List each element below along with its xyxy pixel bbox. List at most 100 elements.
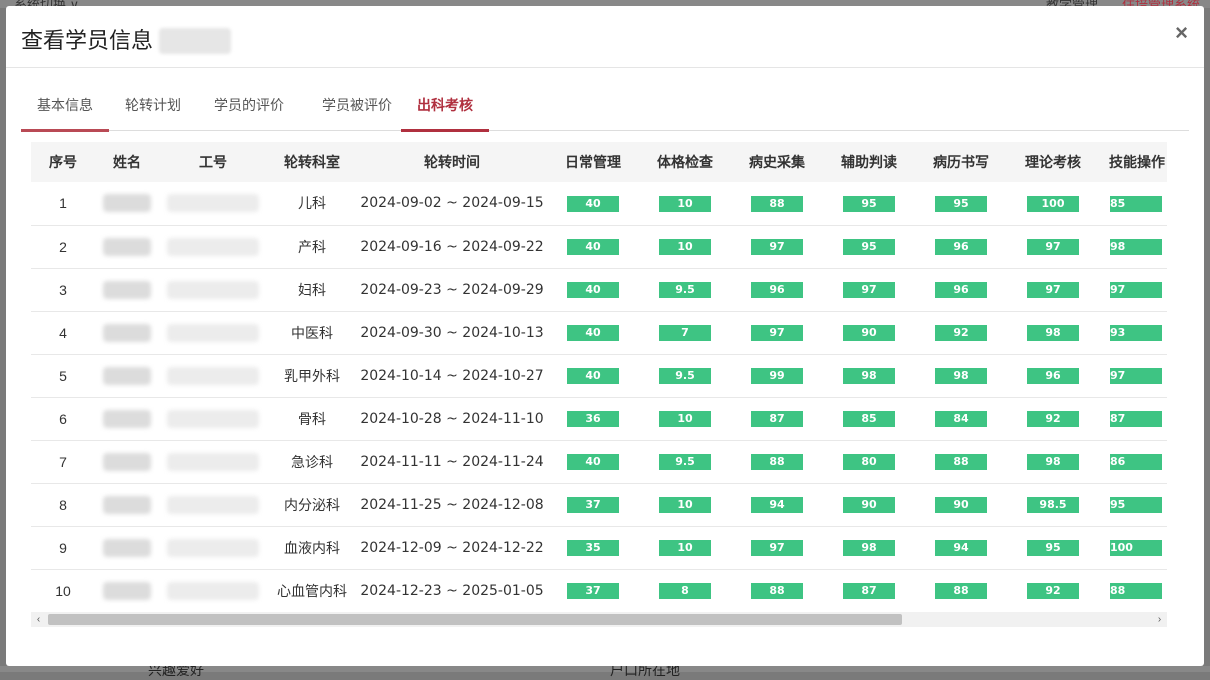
- table-row: 6 骨科 2024-10-28 ~ 2024-11-10 36 10 87 85 84 92 87: [31, 397, 1167, 440]
- tab-label: 学员的评价: [214, 97, 284, 113]
- scroll-left-icon[interactable]: ‹: [31, 612, 46, 627]
- cell-history-taking: 87: [731, 397, 823, 440]
- table-body: 1 儿科 2024-09-02 ~ 2024-09-15 40 10 88 95 95 100 8…: [31, 182, 1167, 612]
- cell-record-writing: 98: [915, 354, 1007, 397]
- cell-period: 2024-12-23 ~ 2025-01-05: [360, 582, 544, 599]
- cell-history-taking: 97: [731, 311, 823, 354]
- cell-physical-exam: 10: [639, 526, 731, 569]
- cell-name-redacted: [95, 268, 159, 311]
- cell-staff-id-redacted: [159, 397, 267, 440]
- tab-student-evaluations[interactable]: 学员的评价: [207, 68, 291, 131]
- scrollbar-thumb[interactable]: [48, 614, 902, 625]
- cell-auxiliary-reading: 98: [823, 354, 915, 397]
- redacted-name: [103, 538, 151, 557]
- score-badge: 36: [567, 411, 619, 428]
- redacted-staff-id: [167, 237, 259, 256]
- score-badge: 37: [567, 497, 619, 514]
- table-row: 4 中医科 2024-09-30 ~ 2024-10-13 40 7 97 90 92 98 93: [31, 311, 1167, 354]
- cell-skill-operation: 85: [1099, 182, 1167, 225]
- tab-rotation-plan[interactable]: 轮转计划: [117, 68, 189, 131]
- score-badge: 88: [751, 195, 803, 212]
- score-badge: 97: [1027, 239, 1079, 256]
- horizontal-scrollbar[interactable]: ‹ ›: [31, 612, 1167, 627]
- cell-auxiliary-reading: 95: [823, 225, 915, 268]
- cell-record-writing: 96: [915, 225, 1007, 268]
- modal-title-text: 查看学员信息: [21, 28, 154, 53]
- table-header-row: 序号 姓名 工号 轮转科室 轮转时间 日常管理 体格检查 病史采集 辅助判读 病…: [31, 142, 1167, 182]
- cell-record-writing: 92: [915, 311, 1007, 354]
- cell-no: 6: [59, 410, 67, 427]
- modal-header: 查看学员信息 ×: [6, 6, 1204, 68]
- cell-history-taking: 94: [731, 483, 823, 526]
- cell-skill-operation: 97: [1099, 354, 1167, 397]
- col-header-no: 序号: [49, 154, 77, 170]
- tab-label: 学员被评价: [322, 97, 392, 113]
- score-badge: 87: [751, 411, 803, 428]
- score-badge: 40: [567, 195, 619, 212]
- table-row: 7 急诊科 2024-11-11 ~ 2024-11-24 40 9.5 88 80 88 98…: [31, 440, 1167, 483]
- cell-history-taking: 88: [731, 182, 823, 225]
- cell-history-taking: 97: [731, 526, 823, 569]
- cell-physical-exam: 10: [639, 182, 731, 225]
- cell-history-taking: 88: [731, 569, 823, 612]
- score-badge: 88: [751, 583, 803, 600]
- score-badge: 85: [1110, 195, 1162, 212]
- cell-daily-management: 37: [547, 483, 639, 526]
- col-header-skill-operation: 技能操作: [1109, 154, 1165, 170]
- redacted-name: [103, 280, 151, 299]
- cell-name-redacted: [95, 569, 159, 612]
- score-badge: 88: [935, 454, 987, 471]
- score-badge: 100: [1110, 540, 1162, 557]
- cell-theory-exam: 95: [1007, 526, 1099, 569]
- tab-label: 轮转计划: [125, 97, 181, 113]
- cell-name-redacted: [95, 397, 159, 440]
- student-name-redacted: [159, 28, 232, 54]
- score-badge: 96: [751, 282, 803, 299]
- cell-department: 乳甲外科: [284, 367, 340, 384]
- table-header: 序号 姓名 工号 轮转科室 轮转时间 日常管理 体格检查 病史采集 辅助判读 病…: [31, 142, 1167, 182]
- tab-exit-assessment[interactable]: 出科考核: [401, 68, 489, 132]
- col-header-department: 轮转科室: [284, 154, 340, 170]
- score-badge: 97: [751, 325, 803, 342]
- cell-department: 血液内科: [284, 539, 340, 556]
- table-row: 9 血液内科 2024-12-09 ~ 2024-12-22 35 10 97 98 94 95…: [31, 526, 1167, 569]
- cell-physical-exam: 10: [639, 483, 731, 526]
- cell-department: 儿科: [298, 195, 326, 212]
- assessment-table-container[interactable]: 序号 姓名 工号 轮转科室 轮转时间 日常管理 体格检查 病史采集 辅助判读 病…: [31, 142, 1167, 612]
- tab-student-evaluated[interactable]: 学员被评价: [309, 68, 405, 131]
- cell-name-redacted: [95, 311, 159, 354]
- redacted-name: [103, 194, 151, 213]
- cell-period: 2024-09-23 ~ 2024-09-29: [360, 281, 544, 298]
- table-row: 8 内分泌科 2024-11-25 ~ 2024-12-08 37 10 94 90 90 98…: [31, 483, 1167, 526]
- score-badge: 40: [567, 282, 619, 299]
- cell-daily-management: 37: [547, 569, 639, 612]
- cell-record-writing: 95: [915, 182, 1007, 225]
- cell-staff-id-redacted: [159, 354, 267, 397]
- close-icon[interactable]: ×: [1175, 22, 1188, 44]
- score-badge: 94: [751, 497, 803, 514]
- cell-theory-exam: 92: [1007, 397, 1099, 440]
- score-badge: 10: [659, 195, 711, 212]
- cell-department: 急诊科: [291, 453, 333, 470]
- tab-basic-info[interactable]: 基本信息: [21, 68, 109, 132]
- cell-skill-operation: 95: [1099, 483, 1167, 526]
- cell-department: 中医科: [291, 324, 333, 341]
- cell-auxiliary-reading: 95: [823, 182, 915, 225]
- cell-name-redacted: [95, 526, 159, 569]
- score-badge: 98: [843, 368, 895, 385]
- tab-bar: 基本信息 轮转计划 学员的评价 学员被评价 出科考核: [21, 68, 1189, 132]
- cell-skill-operation: 97: [1099, 268, 1167, 311]
- score-badge: 95: [1027, 540, 1079, 557]
- cell-skill-operation: 93: [1099, 311, 1167, 354]
- cell-no: 10: [55, 582, 71, 599]
- cell-history-taking: 97: [731, 225, 823, 268]
- cell-period: 2024-10-14 ~ 2024-10-27: [360, 367, 544, 384]
- redacted-staff-id: [167, 323, 259, 342]
- cell-department: 产科: [298, 238, 326, 255]
- score-badge: 97: [843, 282, 895, 299]
- col-header-physical-exam: 体格检查: [657, 154, 713, 170]
- cell-physical-exam: 10: [639, 225, 731, 268]
- table-row: 2 产科 2024-09-16 ~ 2024-09-22 40 10 97 95 96 97 98: [31, 225, 1167, 268]
- scroll-right-icon[interactable]: ›: [1152, 612, 1167, 627]
- score-badge: 10: [659, 497, 711, 514]
